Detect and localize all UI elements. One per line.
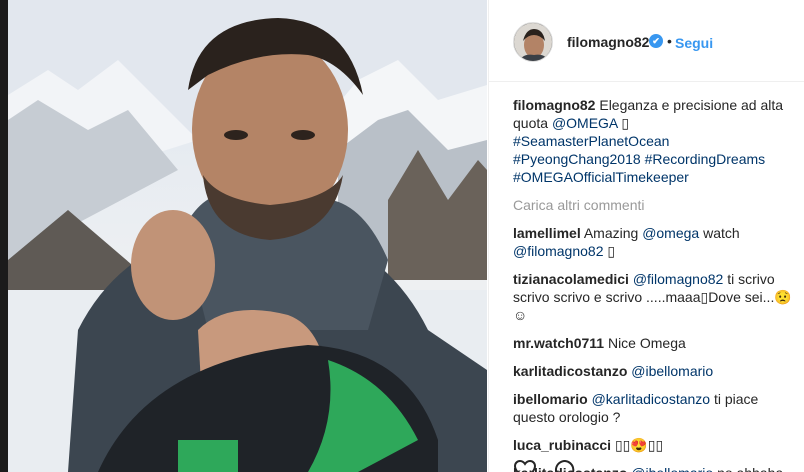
comment-text: Amazing xyxy=(583,225,643,241)
comment-username[interactable]: tizianacolamedici xyxy=(513,271,629,287)
comment-icon[interactable] xyxy=(553,458,577,472)
separator-dot: • xyxy=(667,33,672,49)
comment-mention[interactable]: @ibellomario xyxy=(631,465,713,472)
post-detail-panel: filomagno82 ✔ • Segui filomagno82 Elegan… xyxy=(488,0,804,472)
comment-mention[interactable]: @filomagno82 xyxy=(633,271,724,287)
hashtag-link[interactable]: #RecordingDreams xyxy=(645,151,766,167)
comment-mention[interactable]: @karlitadicostanzo xyxy=(592,391,711,407)
load-more-comments-button[interactable]: Carica altri commenti xyxy=(513,196,799,214)
comment-text: Nice Omega xyxy=(607,335,686,351)
post-photo[interactable] xyxy=(8,0,487,472)
hashtag-link[interactable]: #OMEGAOfficialTimekeeper xyxy=(513,169,689,185)
comment-username[interactable]: mr.watch0711 xyxy=(513,335,604,351)
follow-button[interactable]: Segui xyxy=(675,35,713,51)
post-header: filomagno82 ✔ • Segui xyxy=(489,0,804,82)
comment-item: lamellimel Amazing @omega watch @filomag… xyxy=(513,224,799,260)
comment-item: mr.watch0711 Nice Omega xyxy=(513,334,799,352)
comment-rows: lamellimel Amazing @omega watch @filomag… xyxy=(513,224,799,472)
comment-text: ▯▯😍▯▯ xyxy=(614,437,664,453)
avatar-image xyxy=(514,23,552,61)
caption-glyph: ▯ xyxy=(621,115,630,131)
comment-text: ▯ xyxy=(603,243,616,259)
comment-username[interactable]: lamellimel xyxy=(513,225,581,241)
hashtag-link[interactable]: #PyeongChang2018 xyxy=(513,151,641,167)
author-avatar[interactable] xyxy=(513,22,553,62)
comment-text: no ahhaha xyxy=(713,465,783,472)
left-edge-strip xyxy=(0,0,8,472)
heart-icon[interactable] xyxy=(513,458,537,472)
post-actions xyxy=(513,458,613,472)
photo-illustration xyxy=(8,0,487,472)
comment-mention[interactable]: @ibellomario xyxy=(631,363,713,379)
comment-item: ibellomario @karlitadicostanzo ti piace … xyxy=(513,390,799,426)
comment-mention[interactable]: @filomagno82 xyxy=(513,243,604,259)
comments-list: filomagno82 Eleganza e precisione ad alt… xyxy=(513,96,799,472)
comment-username[interactable]: karlitadicostanzo xyxy=(513,363,627,379)
caption-mention[interactable]: @OMEGA xyxy=(552,115,618,131)
verified-badge-icon: ✔ xyxy=(649,34,663,48)
comment-username[interactable]: ibellomario xyxy=(513,391,588,407)
comment-item: tizianacolamedici @filomagno82 ti scrivo… xyxy=(513,270,799,324)
hashtag-link[interactable]: #SeamasterPlanetOcean xyxy=(513,133,669,149)
comment-item: karlitadicostanzo @ibellomario xyxy=(513,362,799,380)
comment-mention[interactable]: @omega xyxy=(642,225,699,241)
comment-text: watch xyxy=(699,225,740,241)
comment-username[interactable]: luca_rubinacci xyxy=(513,437,611,453)
comment-item: luca_rubinacci ▯▯😍▯▯ xyxy=(513,436,799,454)
author-username[interactable]: filomagno82 xyxy=(567,34,649,50)
caption-username[interactable]: filomagno82 xyxy=(513,97,595,113)
post-caption: filomagno82 Eleganza e precisione ad alt… xyxy=(513,96,799,186)
